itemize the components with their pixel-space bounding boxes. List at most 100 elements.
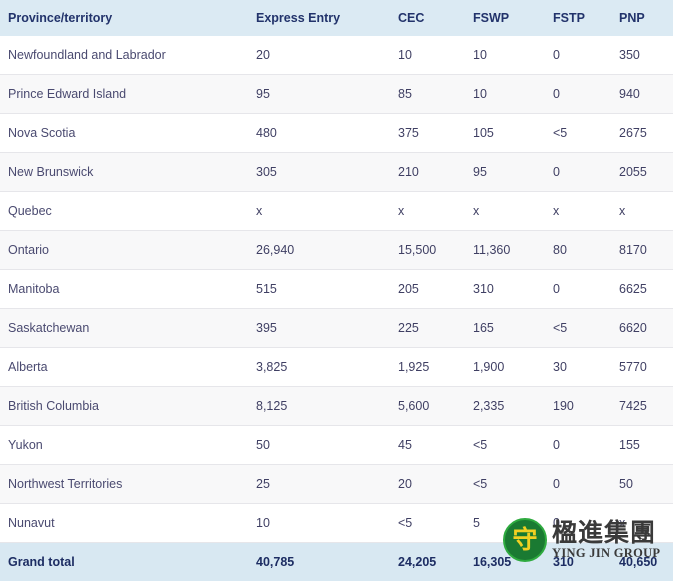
cell-pnp: 7425	[611, 387, 673, 426]
table-row: Yukon5045<50155	[0, 426, 673, 465]
table-row: Ontario26,94015,50011,360808170	[0, 231, 673, 270]
cell-pnp: 5770	[611, 348, 673, 387]
cell-fstp: 0	[545, 465, 611, 504]
cell-province: Newfoundland and Labrador	[0, 36, 248, 75]
cell-cec: 10	[390, 36, 465, 75]
cell-pnp: x	[611, 192, 673, 231]
cell-express_entry: 10	[248, 504, 390, 543]
column-header-cec: CEC	[390, 0, 465, 36]
table-row: British Columbia8,1255,6002,3351907425	[0, 387, 673, 426]
cell-express_entry: 480	[248, 114, 390, 153]
grand-total-pnp: 40,650	[611, 543, 673, 581]
table-row: Alberta3,8251,9251,900305770	[0, 348, 673, 387]
column-header-province: Province/territory	[0, 0, 248, 36]
cell-pnp: 6620	[611, 309, 673, 348]
cell-fswp: <5	[465, 465, 545, 504]
cell-express_entry: 26,940	[248, 231, 390, 270]
cell-province: New Brunswick	[0, 153, 248, 192]
cell-pnp: 350	[611, 36, 673, 75]
cell-cec: 210	[390, 153, 465, 192]
cell-fstp: 0	[545, 75, 611, 114]
cell-fswp: 1,900	[465, 348, 545, 387]
cell-fstp: 30	[545, 348, 611, 387]
express-entry-statistics-table: Province/territory Express Entry CEC FSW…	[0, 0, 673, 581]
cell-fstp: <5	[545, 114, 611, 153]
cell-fstp: 80	[545, 231, 611, 270]
column-header-express-entry: Express Entry	[248, 0, 390, 36]
table-row: Prince Edward Island9585100940	[0, 75, 673, 114]
cell-fstp: 0	[545, 153, 611, 192]
table-row: Saskatchewan395225165<56620	[0, 309, 673, 348]
cell-province: Northwest Territories	[0, 465, 248, 504]
cell-express_entry: 20	[248, 36, 390, 75]
cell-cec: 15,500	[390, 231, 465, 270]
cell-fstp: 0	[545, 426, 611, 465]
table-row: Northwest Territories2520<5050	[0, 465, 673, 504]
table-row: Nova Scotia480375105<52675	[0, 114, 673, 153]
cell-province: Manitoba	[0, 270, 248, 309]
cell-cec: 20	[390, 465, 465, 504]
table-footer: Grand total 40,785 24,205 16,305 310 40,…	[0, 543, 673, 581]
cell-fstp: 0	[545, 270, 611, 309]
cell-province: Nova Scotia	[0, 114, 248, 153]
grand-total-label: Grand total	[0, 543, 248, 581]
cell-cec: 205	[390, 270, 465, 309]
cell-fswp: 2,335	[465, 387, 545, 426]
cell-fswp: 5	[465, 504, 545, 543]
cell-cec: 375	[390, 114, 465, 153]
cell-cec: x	[390, 192, 465, 231]
column-header-pnp: PNP	[611, 0, 673, 36]
cell-province: Saskatchewan	[0, 309, 248, 348]
cell-pnp: 940	[611, 75, 673, 114]
grand-total-fswp: 16,305	[465, 543, 545, 581]
cell-fswp: 310	[465, 270, 545, 309]
grand-total-cec: 24,205	[390, 543, 465, 581]
cell-fswp: <5	[465, 426, 545, 465]
cell-province: British Columbia	[0, 387, 248, 426]
cell-express_entry: 305	[248, 153, 390, 192]
cell-express_entry: x	[248, 192, 390, 231]
cell-cec: <5	[390, 504, 465, 543]
cell-express_entry: 25	[248, 465, 390, 504]
cell-fswp: 10	[465, 75, 545, 114]
header-row: Province/territory Express Entry CEC FSW…	[0, 0, 673, 36]
cell-express_entry: 95	[248, 75, 390, 114]
cell-fstp: 190	[545, 387, 611, 426]
cell-province: Quebec	[0, 192, 248, 231]
cell-express_entry: 8,125	[248, 387, 390, 426]
cell-pnp: 2675	[611, 114, 673, 153]
cell-cec: 225	[390, 309, 465, 348]
cell-province: Nunavut	[0, 504, 248, 543]
cell-province: Yukon	[0, 426, 248, 465]
cell-pnp: x	[611, 504, 673, 543]
cell-fswp: 10	[465, 36, 545, 75]
cell-cec: 85	[390, 75, 465, 114]
cell-fstp: x	[545, 192, 611, 231]
table-row: Newfoundland and Labrador2010100350	[0, 36, 673, 75]
cell-fswp: 165	[465, 309, 545, 348]
cell-fswp: x	[465, 192, 545, 231]
cell-fstp: <5	[545, 309, 611, 348]
cell-fstp: 0	[545, 504, 611, 543]
grand-total-express-entry: 40,785	[248, 543, 390, 581]
cell-fswp: 95	[465, 153, 545, 192]
cell-cec: 5,600	[390, 387, 465, 426]
cell-fswp: 11,360	[465, 231, 545, 270]
cell-express_entry: 3,825	[248, 348, 390, 387]
cell-cec: 1,925	[390, 348, 465, 387]
cell-fstp: 0	[545, 36, 611, 75]
cell-pnp: 2055	[611, 153, 673, 192]
cell-express_entry: 50	[248, 426, 390, 465]
grand-total-fstp: 310	[545, 543, 611, 581]
table-row: Nunavut10<550x	[0, 504, 673, 543]
table-row: Manitoba51520531006625	[0, 270, 673, 309]
cell-province: Alberta	[0, 348, 248, 387]
cell-pnp: 6625	[611, 270, 673, 309]
cell-province: Ontario	[0, 231, 248, 270]
table-row: New Brunswick3052109502055	[0, 153, 673, 192]
cell-pnp: 8170	[611, 231, 673, 270]
grand-total-row: Grand total 40,785 24,205 16,305 310 40,…	[0, 543, 673, 581]
cell-pnp: 155	[611, 426, 673, 465]
cell-province: Prince Edward Island	[0, 75, 248, 114]
cell-pnp: 50	[611, 465, 673, 504]
